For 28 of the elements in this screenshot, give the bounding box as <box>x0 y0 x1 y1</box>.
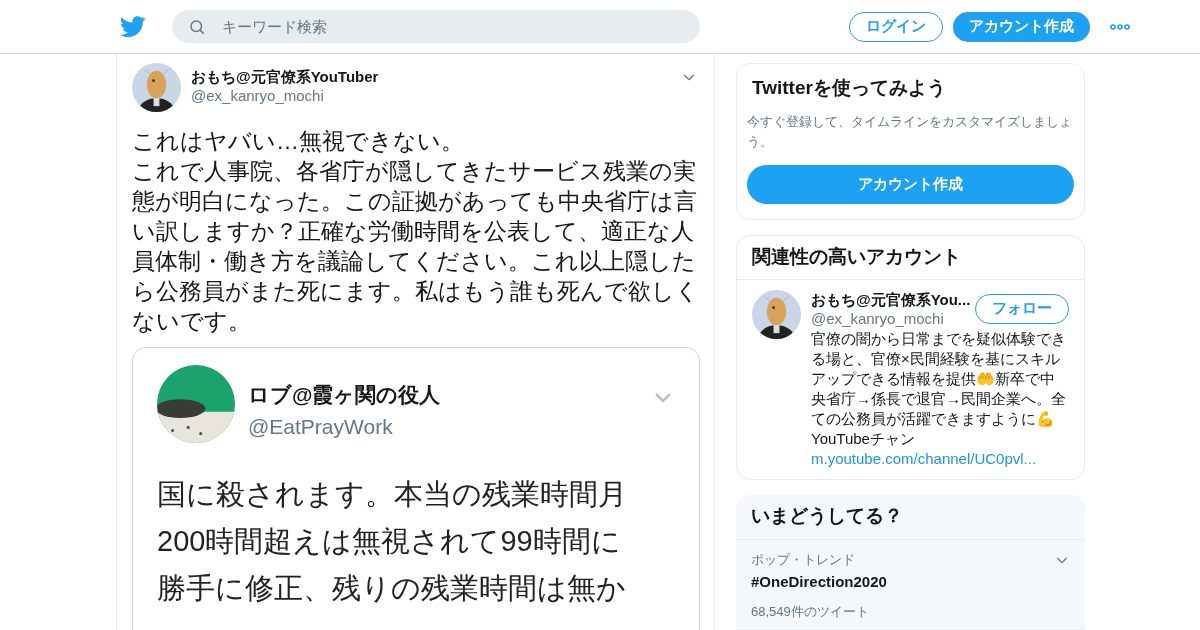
card-title: Twitterを使ってみよう <box>751 76 947 100</box>
author-name[interactable]: おもち@元官僚系YouTuber <box>191 67 671 86</box>
tweet-text: これで人事院、各省庁が隠してきたサービス残業の実態が明白になった。この証拠があっても中央省庁は言い訳しますか？正確な労働時間を公表して、適正な人員体制・働き方を議論してください。これ以上隠したら公務員がまた死にます。私はもう誰も死んで欲しくないです。 <box>132 157 700 336</box>
author-name: ロブ@霞ヶ関の役人 <box>248 382 442 408</box>
signup-button[interactable]: アカウント作成 <box>747 164 1074 204</box>
bird-logo-icon[interactable] <box>120 15 146 38</box>
account-handle[interactable]: @ex_kanryo_mochi <box>811 308 975 328</box>
card-description: 今すぐ登録して、タイムラインをカスタマイズしましょう。 <box>747 112 1073 151</box>
author-handle[interactable]: @ex_kanryo_mochi <box>191 86 671 105</box>
tweet-text: これはヤバい…無視できない。 <box>132 127 465 156</box>
trend-category: ポップ・トレンド <box>751 550 856 569</box>
trend-item[interactable]: ポップ・トレンド #OneDirection2020 68,549件のツイート <box>736 539 1085 630</box>
bio-link[interactable]: m.youtube.com/channel/UC0pvl... <box>811 449 1037 467</box>
embedded-text-line: 国に殺されます。本当の残業時間月 <box>157 477 628 512</box>
embedded-screenshot[interactable]: ロブ@霞ヶ関の役人 @EatPrayWork 国に殺されます。本当の残業時間月 200時間超えは無視されて99時間に 勝手に修正、残りの残業時間は無か <box>132 347 700 630</box>
more-icon[interactable] <box>1110 23 1130 30</box>
trend-name: #OneDirection2020 <box>751 572 888 592</box>
embedded-text-line: 200時間超えは無視されて99時間に <box>157 524 622 559</box>
tweet-count: 68,549件のツイート <box>751 602 870 621</box>
account-name[interactable]: おもち@元官僚系You... <box>811 289 975 309</box>
card-title: いまどうしてる？ <box>736 494 1085 540</box>
signup-button[interactable]: アカウント作成 <box>953 11 1090 42</box>
author-handle: @EatPrayWork <box>248 414 394 440</box>
search-field[interactable]: キーワード検索 <box>172 10 700 43</box>
account-bio: 官僚の闇から日常までを疑似体験できる場と、官僚×民間経験を基にスキルアップできる情報を提供🤲新卒で中央省庁→係長で退官→民間企業へ。全ての公務員が活躍できますように💪YouTubeチャン m.youtube.com/channel/UC0pvl... <box>811 328 1067 469</box>
embedded-text-line: 勝手に修正、残りの残業時間は無か <box>157 571 627 606</box>
search-icon <box>188 18 206 36</box>
card-title: 関連性の高いアカウント <box>737 235 1084 280</box>
